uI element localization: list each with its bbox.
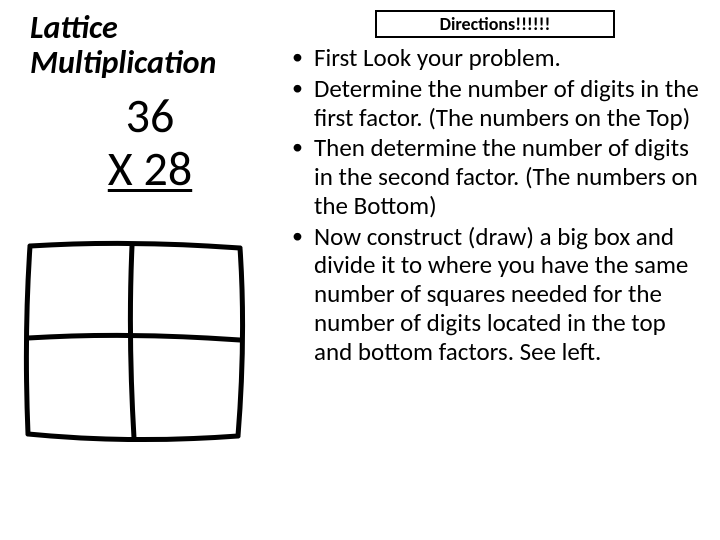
list-item: Determine the number of digits in the fi… (290, 75, 700, 133)
list-item: Now construct (draw) a big box and divid… (290, 223, 700, 367)
first-factor: 36 (10, 90, 290, 143)
lattice-grid-icon (10, 226, 290, 471)
directions-list: First Look your problem. Determine the n… (290, 44, 700, 366)
directions-heading: Directions!!!!!! (375, 10, 615, 38)
right-column: Directions!!!!!! First Look your problem… (290, 10, 700, 530)
list-item: First Look your problem. (290, 44, 700, 73)
page-title: Lattice Multiplication (30, 10, 290, 80)
left-column: Lattice Multiplication 36 X 28 (30, 10, 290, 530)
second-factor-line: X 28 (10, 143, 290, 196)
math-problem: 36 X 28 (10, 90, 290, 196)
list-item: Then determine the number of digits in t… (290, 134, 700, 220)
